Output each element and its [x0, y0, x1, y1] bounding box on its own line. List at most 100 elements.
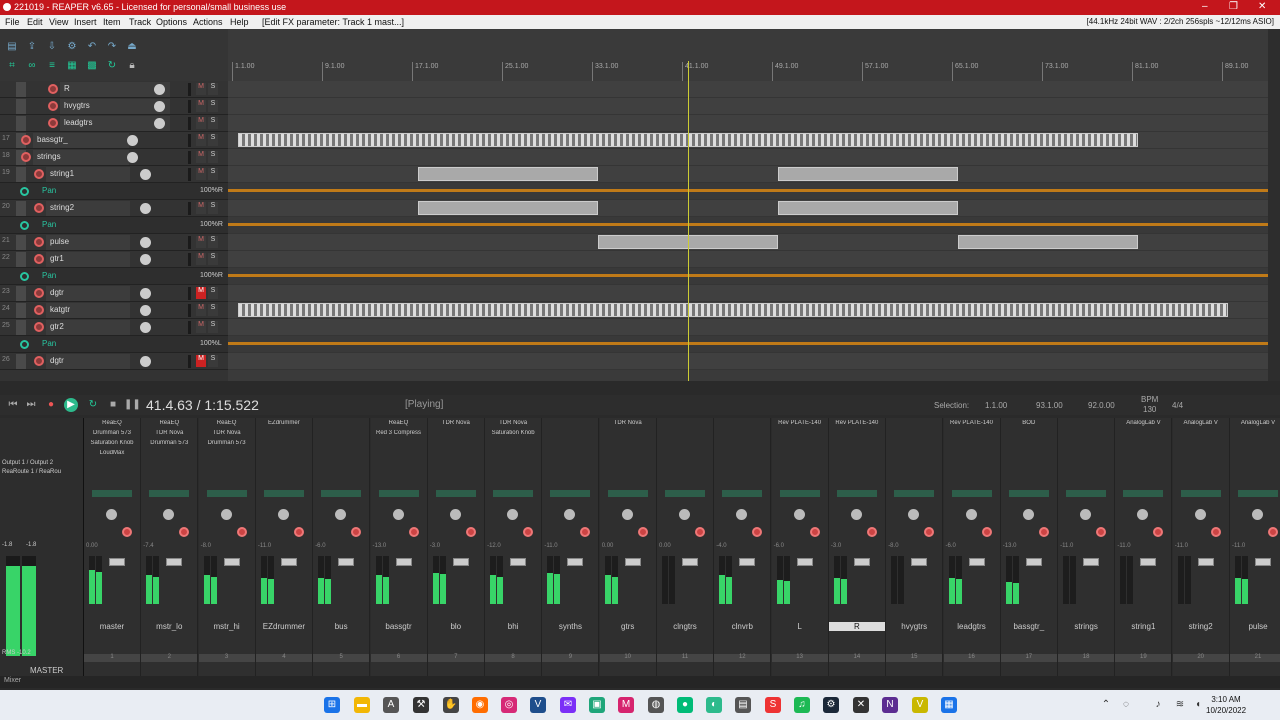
audio-device-info[interactable]: [44.1kHz 24bit WAV : 2/2ch 256spls ~12/1… [1087, 17, 1274, 26]
folder-indicator[interactable] [16, 99, 26, 114]
auto-crossfade-icon[interactable]: ▦ [66, 60, 78, 72]
volume-knob[interactable] [140, 237, 151, 248]
record-arm-icon[interactable] [48, 118, 58, 128]
fx-slot[interactable]: Rev PLATE-140 [829, 420, 885, 426]
bpm-value[interactable]: 130 [1143, 405, 1156, 414]
volume-fader[interactable] [624, 558, 641, 566]
record-arm-icon[interactable] [34, 237, 44, 247]
spotify-icon[interactable]: ♫ [794, 697, 810, 713]
fx-button[interactable] [836, 490, 877, 497]
record-arm-icon[interactable] [523, 527, 534, 537]
media-item[interactable] [418, 201, 598, 215]
volume-fader[interactable] [1255, 558, 1271, 566]
pan-knob[interactable] [507, 509, 519, 520]
channel-strip[interactable]: ReaEQ Drumman 573 Saturation Knob LoudMax 0.… [84, 418, 141, 676]
fx-slot[interactable]: TDR Nova [199, 430, 255, 436]
record-arm-icon[interactable] [236, 527, 247, 537]
channel-strip[interactable]: 0.00 clngtrs 11 [657, 418, 714, 676]
record-arm-icon[interactable] [34, 356, 44, 366]
menu-file[interactable]: File [5, 17, 20, 27]
strip-name[interactable]: string1 [1115, 622, 1171, 631]
pan-knob[interactable] [736, 509, 748, 520]
menu-view[interactable]: View [49, 17, 68, 27]
fx-slot[interactable]: Drumman 573 [84, 430, 140, 436]
fx-button[interactable] [263, 490, 304, 497]
fx-button[interactable] [779, 490, 820, 497]
calculator-icon[interactable]: ▦ [941, 697, 957, 713]
app-a-icon[interactable]: A [383, 697, 399, 713]
pan-knob[interactable] [392, 509, 404, 520]
solo-button[interactable]: S [208, 117, 218, 129]
volume-knob[interactable] [140, 288, 151, 299]
firefox-icon[interactable]: ◉ [472, 697, 488, 713]
tray-wifi-icon[interactable]: ≋ [1172, 697, 1188, 713]
media-item[interactable] [778, 167, 958, 181]
folder-indicator[interactable] [16, 252, 26, 267]
track-name[interactable]: gtr1 [46, 252, 130, 267]
pan-knob[interactable] [449, 509, 461, 520]
timeline-ruler[interactable]: 1.1.00 9.1.00 17.1.00 25.1.00 33.1.00 41.1.00… [228, 61, 1268, 83]
master-output[interactable]: Output 1 / Output 2 [2, 460, 53, 466]
track-header[interactable]: RMS [0, 81, 228, 98]
mute-button[interactable]: M [196, 151, 206, 163]
channel-strip[interactable]: Rev PLATE-140 -6.0 leadgtrs 16 [943, 418, 1001, 676]
fx-slot[interactable]: AnalogLab V [1173, 420, 1229, 426]
track-name[interactable]: dgtr [46, 354, 130, 369]
menu-help[interactable]: Help [230, 17, 249, 27]
fx-slot[interactable]: TDR Nova [141, 430, 197, 436]
settings-icon[interactable]: ⚙ [66, 41, 78, 53]
fx-slot[interactable]: TDR Nova [600, 420, 656, 426]
volume-fader[interactable] [1025, 558, 1042, 566]
fx-slot[interactable]: EZdrummer [256, 420, 312, 426]
mixer-docker-tab[interactable]: Mixer [0, 676, 1280, 688]
channel-strip[interactable]: ReaEQ TDR Nova Drumman 573 -8.0 mstr_hi 3 [198, 418, 256, 676]
volume-knob[interactable] [140, 305, 151, 316]
volume-fader[interactable] [452, 558, 469, 566]
record-arm-icon[interactable] [34, 254, 44, 264]
record-arm-icon[interactable] [465, 527, 476, 537]
power-icon[interactable] [20, 221, 29, 230]
time-signature[interactable]: 4/4 [1172, 401, 1183, 410]
menu-insert[interactable]: Insert [74, 17, 97, 27]
volume-fader[interactable] [338, 558, 355, 566]
channel-strip[interactable]: Rev PLATE-140 -3.0 R 14 [828, 418, 886, 676]
folder-indicator[interactable] [16, 82, 26, 97]
record-icon[interactable]: ● [44, 398, 58, 412]
redo-icon[interactable]: ↷ [106, 41, 118, 53]
pan-knob[interactable] [850, 509, 862, 520]
strip-name[interactable]: bassgtr [371, 622, 427, 631]
selection-end[interactable]: 93.1.00 [1036, 401, 1063, 410]
volume-fader[interactable] [1197, 558, 1214, 566]
volume-fader[interactable] [911, 558, 928, 566]
volume-fader[interactable] [510, 558, 527, 566]
mute-button[interactable]: M [196, 168, 206, 180]
fx-button[interactable] [493, 490, 534, 497]
volume-fader[interactable] [853, 558, 870, 566]
record-arm-icon[interactable] [1096, 527, 1107, 537]
app-dot-icon[interactable]: ● [677, 697, 693, 713]
metronome-icon[interactable]: ⏏ [126, 41, 138, 53]
track-name[interactable]: string2 [46, 201, 130, 216]
pan-knob[interactable] [277, 509, 289, 520]
fx-slot[interactable]: AnalogLab V [1230, 420, 1280, 426]
steam-icon[interactable]: ⚙ [823, 697, 839, 713]
tray-chevron-icon[interactable]: ⌃ [1098, 697, 1114, 713]
channel-strip[interactable]: TDR Nova Saturation Knob -12.0 bhi 8 [485, 418, 543, 676]
fx-button[interactable] [206, 490, 247, 497]
track-header[interactable]: 17 bassgtr_ M S [0, 132, 228, 149]
track-header[interactable]: 26 dgtr M S [0, 353, 228, 370]
vertical-scrollbar[interactable] [1268, 29, 1280, 381]
solo-button[interactable]: S [208, 253, 218, 265]
fx-slot[interactable]: Rev PLATE-140 [944, 420, 1000, 426]
fx-slot[interactable]: ReaEQ [141, 420, 197, 426]
track-header[interactable]: 20 string2 M S [0, 200, 228, 217]
menu-edit[interactable]: Edit [27, 17, 43, 27]
grid-icon[interactable]: ⌗ [6, 60, 18, 72]
fx-button[interactable] [1123, 490, 1164, 497]
envelope-lock-icon[interactable]: ▩ [86, 60, 98, 72]
solo-button[interactable]: S [208, 100, 218, 112]
track-header[interactable]: 23 dgtr M S [0, 285, 228, 302]
go-to-end-icon[interactable]: ⏭ [24, 398, 38, 412]
record-arm-icon[interactable] [752, 527, 763, 537]
fx-slot[interactable]: Drumman 573 [199, 440, 255, 446]
